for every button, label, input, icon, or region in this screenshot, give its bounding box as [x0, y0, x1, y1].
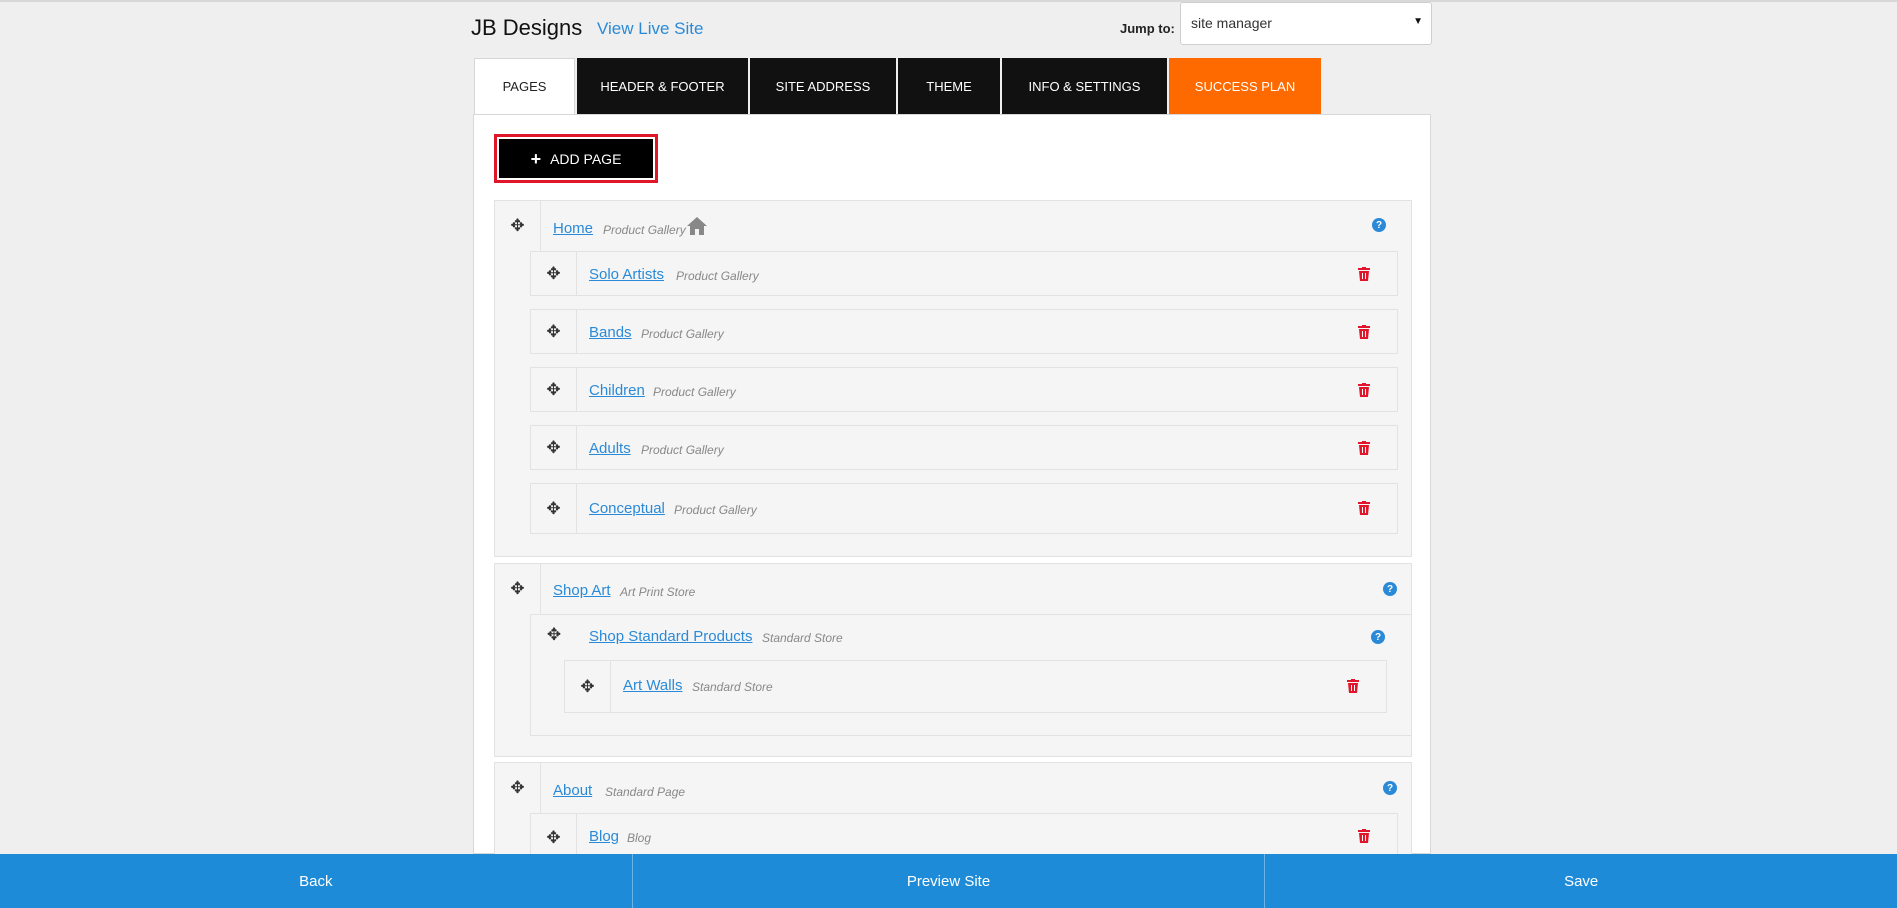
footer-action-bar: Back Preview Site Save	[0, 854, 1897, 908]
drag-handle-icon[interactable]: ✥	[495, 201, 541, 251]
page-type-label: Standard Page	[605, 785, 686, 799]
plus-icon: +	[530, 148, 542, 169]
help-icon[interactable]: ?	[1383, 781, 1397, 795]
page-row-bands: ✥ Bands Product Gallery	[530, 309, 1398, 354]
jump-to-select[interactable]: site manager ▼	[1180, 2, 1432, 45]
add-page-label: ADD PAGE	[550, 150, 622, 167]
page-link-solo-artists[interactable]: Solo Artists	[589, 266, 664, 283]
preview-site-button[interactable]: Preview Site	[633, 854, 1266, 908]
jump-to-value: site manager	[1191, 15, 1272, 31]
page-link-art-walls[interactable]: Art Walls	[623, 677, 682, 694]
drag-handle-icon[interactable]: ✥	[495, 763, 541, 813]
page-type-label: Product Gallery	[641, 327, 724, 341]
page-link-shop-art[interactable]: Shop Art	[553, 582, 611, 599]
tab-info-settings[interactable]: INFO & SETTINGS	[1002, 58, 1167, 114]
page-link-children[interactable]: Children	[589, 382, 645, 399]
page-row-art-walls: ✥ Art Walls Standard Store	[564, 660, 1387, 713]
page-type-label: Standard Store	[692, 680, 773, 694]
tab-site-address[interactable]: SITE ADDRESS	[750, 58, 896, 114]
page-type-label: Standard Store	[762, 631, 843, 645]
page-type-label: Product Gallery	[653, 385, 736, 399]
page-row-solo-artists: ✥ Solo Artists Product Gallery	[530, 251, 1398, 296]
drag-handle-icon[interactable]: ✥	[565, 661, 611, 712]
tab-pages[interactable]: PAGES	[474, 58, 575, 114]
drag-handle-icon[interactable]: ✥	[495, 564, 541, 614]
page-type-label: Blog	[627, 831, 652, 845]
tab-theme[interactable]: THEME	[898, 58, 1000, 114]
top-border	[0, 0, 1897, 2]
page-type-label: Product Gallery	[674, 503, 757, 517]
help-icon[interactable]: ?	[1372, 218, 1386, 232]
site-name: JB Designs	[471, 15, 583, 40]
drag-handle-icon[interactable]: ✥	[531, 310, 577, 353]
page-header: JB Designs View Live Site Jump to: site …	[471, 2, 1432, 48]
pages-panel: + ADD PAGE ✥ Home Product Gallery ? ✥ So…	[473, 114, 1431, 872]
page-row-children: ✥ Children Product Gallery	[530, 367, 1398, 412]
tab-header-footer[interactable]: HEADER & FOOTER	[577, 58, 748, 114]
page-link-about[interactable]: About	[553, 782, 592, 799]
trash-icon[interactable]	[1358, 267, 1370, 281]
save-button[interactable]: Save	[1265, 854, 1897, 908]
page-row-shop-standard-products: ✥ Shop Standard Products Standard Store …	[530, 614, 1412, 736]
page-type-label: Product Gallery	[641, 443, 724, 457]
page-row-home: ✥ Home Product Gallery ? ✥ Solo Artists …	[494, 200, 1412, 557]
main-tabs: PAGES HEADER & FOOTER SITE ADDRESS THEME…	[474, 58, 1323, 114]
home-icon	[687, 217, 707, 235]
tab-success-plan[interactable]: SUCCESS PLAN	[1169, 58, 1321, 114]
page-link-blog[interactable]: Blog	[589, 828, 619, 845]
page-row-conceptual: ✥ Conceptual Product Gallery	[530, 483, 1398, 534]
dropdown-caret-icon: ▼	[1413, 16, 1423, 27]
page-type-label: Product Gallery	[676, 269, 759, 283]
trash-icon[interactable]	[1347, 679, 1359, 693]
drag-handle-icon[interactable]: ✥	[531, 484, 577, 533]
add-page-button[interactable]: + ADD PAGE	[494, 134, 658, 183]
drag-handle-icon[interactable]: ✥	[531, 368, 577, 411]
trash-icon[interactable]	[1358, 441, 1370, 455]
page-link-conceptual[interactable]: Conceptual	[589, 500, 665, 517]
help-icon[interactable]: ?	[1383, 582, 1397, 596]
trash-icon[interactable]	[1358, 383, 1370, 397]
trash-icon[interactable]	[1358, 501, 1370, 515]
page-link-adults[interactable]: Adults	[589, 440, 631, 457]
page-row-shop-art: ✥ Shop Art Art Print Store ? ✥ Shop Stan…	[494, 563, 1412, 757]
page-link-shop-standard-products[interactable]: Shop Standard Products	[589, 628, 752, 645]
drag-handle-icon[interactable]: ✥	[531, 252, 577, 295]
jump-to-label: Jump to:	[1120, 21, 1175, 36]
trash-icon[interactable]	[1358, 829, 1370, 843]
page-type-label: Product Gallery	[603, 223, 686, 237]
page-link-home[interactable]: Home	[553, 220, 593, 237]
page-type-label: Art Print Store	[620, 585, 696, 599]
drag-handle-icon[interactable]: ✥	[531, 426, 577, 469]
help-icon[interactable]: ?	[1371, 630, 1385, 644]
trash-icon[interactable]	[1358, 325, 1370, 339]
page-link-bands[interactable]: Bands	[589, 324, 632, 341]
page-row-adults: ✥ Adults Product Gallery	[530, 425, 1398, 470]
drag-handle-icon[interactable]: ✥	[531, 615, 577, 655]
back-button[interactable]: Back	[0, 854, 633, 908]
view-live-site-link[interactable]: View Live Site	[597, 19, 703, 39]
